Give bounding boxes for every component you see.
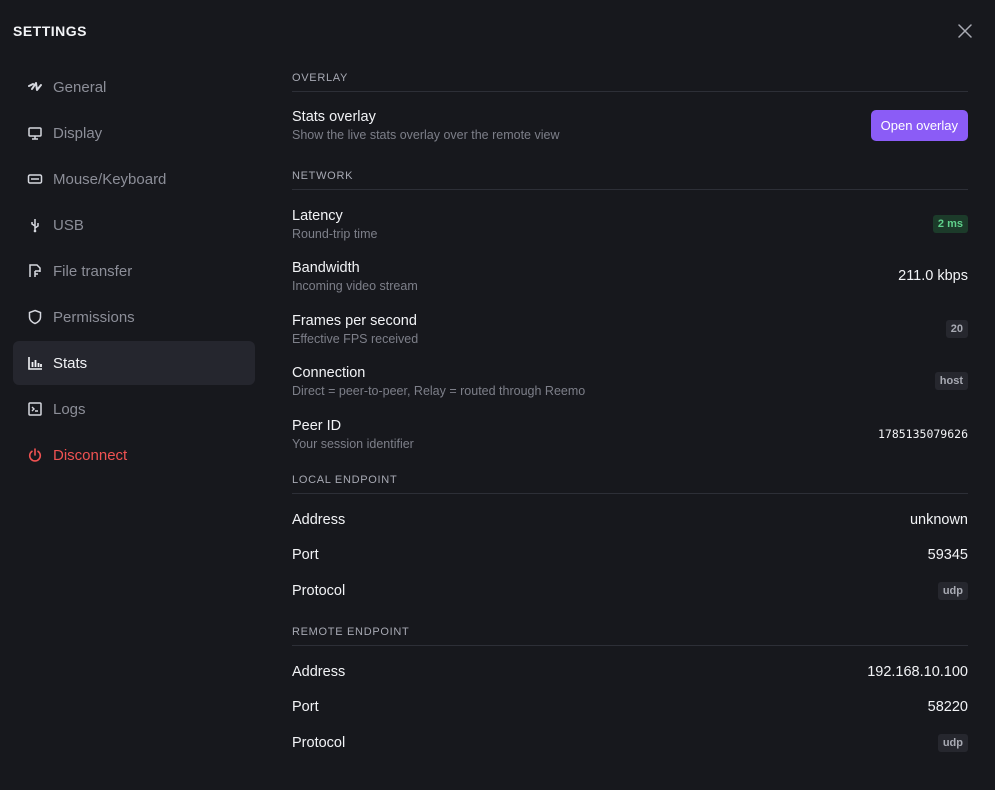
terminal-icon <box>27 401 43 417</box>
latency-badge: 2 ms <box>932 215 968 233</box>
remote-address-value: 192.168.10.100 <box>867 664 968 680</box>
stats-overlay-label: Stats overlay <box>292 109 376 125</box>
sidebar-item-label: Permissions <box>53 308 135 326</box>
sidebar-item-label: Display <box>53 124 103 142</box>
latency-row: Latency Round-trip time 2 ms <box>292 206 968 242</box>
connection-badge: host <box>934 372 968 390</box>
section-title-local-endpoint: LOCAL ENDPOINT <box>292 474 968 494</box>
remote-protocol-badge: udp <box>937 734 968 752</box>
sidebar-item-display[interactable]: Display <box>13 111 255 155</box>
peer-id-row: Peer ID Your session identifier 17851350… <box>292 416 968 452</box>
local-port-row: Port 59345 <box>292 546 968 564</box>
local-address-value: unknown <box>909 512 968 528</box>
keyboard-icon <box>27 171 43 187</box>
sidebar-item-label: Mouse/Keyboard <box>53 170 167 188</box>
close-icon <box>958 24 972 38</box>
sidebar-item-label: General <box>53 78 107 96</box>
shield-icon <box>27 309 43 325</box>
fps-badge: 20 <box>945 320 968 338</box>
sidebar-item-label: File transfer <box>53 262 133 280</box>
local-port-value: 59345 <box>927 547 968 563</box>
bandwidth-row: Bandwidth Incoming video stream 211.0 kb… <box>292 258 968 294</box>
sidebar: General Display Mouse/Keyboard USB File … <box>13 65 255 479</box>
latency-label: Latency <box>292 207 343 224</box>
sidebar-item-logs[interactable]: Logs <box>13 387 255 431</box>
local-protocol-row: Protocol udp <box>292 582 968 600</box>
page-title: SETTINGS <box>13 23 88 39</box>
local-protocol-badge: udp <box>937 582 968 600</box>
sidebar-item-disconnect[interactable]: Disconnect <box>13 433 255 477</box>
sidebar-item-usb[interactable]: USB <box>13 203 255 247</box>
remote-port-label: Port <box>292 699 319 715</box>
remote-address-row: Address 192.168.10.100 <box>292 663 968 681</box>
section-title-overlay: OVERLAY <box>292 72 968 92</box>
peer-id-desc: Your session identifier <box>292 436 414 451</box>
local-address-label: Address <box>292 512 346 528</box>
stats-panel: OVERLAY Stats overlay Show the live stat… <box>292 72 968 752</box>
sidebar-item-permissions[interactable]: Permissions <box>13 295 255 339</box>
sidebar-item-mouse-keyboard[interactable]: Mouse/Keyboard <box>13 157 255 201</box>
section-title-network: NETWORK <box>292 170 968 190</box>
remote-port-value: 58220 <box>927 699 968 715</box>
general-icon <box>27 79 43 95</box>
close-button[interactable] <box>955 21 975 41</box>
sidebar-item-stats[interactable]: Stats <box>13 341 255 385</box>
fps-row: Frames per second Effective FPS received… <box>292 311 968 347</box>
sidebar-item-label: Disconnect <box>53 446 128 464</box>
fps-desc: Effective FPS received <box>292 331 419 346</box>
peer-id-label: Peer ID <box>292 417 342 434</box>
connection-desc: Direct = peer-to-peer, Relay = routed th… <box>292 383 586 398</box>
connection-row: Connection Direct = peer-to-peer, Relay … <box>292 363 968 399</box>
fps-label: Frames per second <box>292 312 417 329</box>
section-title-remote-endpoint: REMOTE ENDPOINT <box>292 626 968 646</box>
stats-overlay-row: Stats overlay Show the live stats overla… <box>292 109 968 142</box>
bandwidth-label: Bandwidth <box>292 259 360 276</box>
power-icon <box>27 447 43 463</box>
open-overlay-button[interactable]: Open overlay <box>870 110 968 141</box>
remote-port-row: Port 58220 <box>292 698 968 716</box>
stats-overlay-desc: Show the live stats overlay over the rem… <box>292 128 560 142</box>
bandwidth-value: 211.0 kbps <box>898 268 968 284</box>
connection-label: Connection <box>292 364 366 381</box>
sidebar-item-label: Logs <box>53 400 86 418</box>
bar-chart-icon <box>27 355 43 371</box>
remote-protocol-row: Protocol udp <box>292 734 968 752</box>
remote-protocol-label: Protocol <box>292 735 346 751</box>
sidebar-item-general[interactable]: General <box>13 65 255 109</box>
usb-icon <box>27 217 43 233</box>
remote-address-label: Address <box>292 664 346 680</box>
local-address-row: Address unknown <box>292 511 968 529</box>
bandwidth-desc: Incoming video stream <box>292 278 418 293</box>
peer-id-value: 1785135079626 <box>877 427 968 441</box>
sidebar-item-label: USB <box>53 216 84 234</box>
sidebar-item-label: Stats <box>53 354 88 372</box>
local-protocol-label: Protocol <box>292 583 346 599</box>
file-transfer-icon <box>27 263 43 279</box>
local-port-label: Port <box>292 547 319 563</box>
sidebar-item-file-transfer[interactable]: File transfer <box>13 249 255 293</box>
latency-desc: Round-trip time <box>292 226 378 241</box>
monitor-icon <box>27 125 43 141</box>
